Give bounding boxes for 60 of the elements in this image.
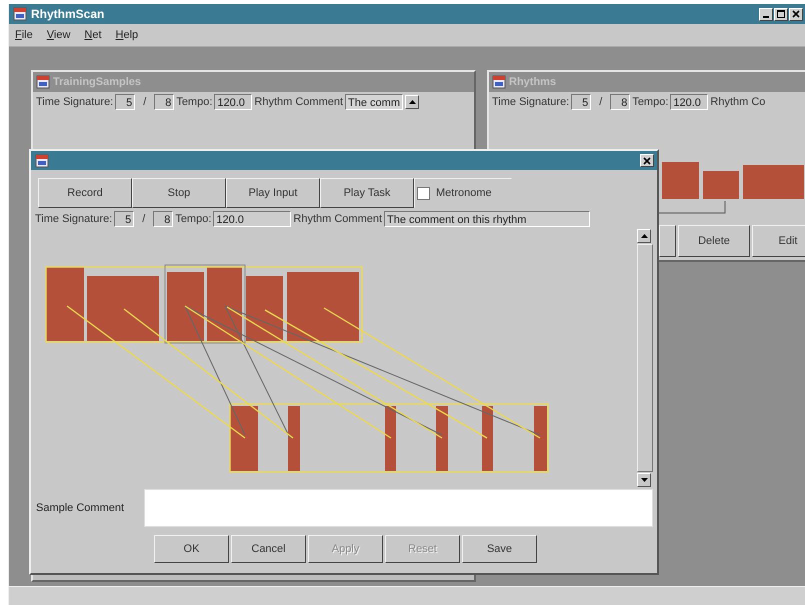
app-icon: [36, 75, 50, 89]
scroll-up-button[interactable]: [637, 229, 651, 243]
up-arrow-icon: [640, 234, 648, 238]
close-button[interactable]: [640, 154, 654, 167]
frame-button[interactable]: Delete: [678, 225, 750, 257]
toolbar-button[interactable]: Record: [38, 178, 132, 208]
numerator-field[interactable]: 5: [571, 94, 592, 110]
tempo-field[interactable]: 120.0: [213, 211, 292, 227]
metronome-checkbox[interactable]: Metronome: [414, 178, 512, 208]
close-icon: [643, 156, 651, 164]
tempo-field[interactable]: 120.0: [670, 94, 708, 110]
app-icon: [13, 7, 27, 21]
menu-item[interactable]: File: [15, 29, 33, 41]
scroll-up-button[interactable]: [405, 95, 419, 109]
denominator-field[interactable]: 8: [610, 94, 630, 110]
numerator-field[interactable]: 5: [114, 211, 134, 227]
app-icon: [492, 75, 506, 89]
slash-label: /: [142, 96, 148, 108]
toolbar-button[interactable]: Play Input: [226, 178, 320, 208]
app-icon: [35, 154, 49, 168]
comment-field[interactable]: The comment on this rhythm: [384, 211, 590, 227]
field-label: Rhythm Comment: [293, 213, 382, 225]
sample-comment-field[interactable]: [144, 489, 653, 527]
maximize-button[interactable]: [774, 8, 788, 20]
frame-button[interactable]: Edit: [752, 225, 805, 257]
field-label: Time Signature:: [35, 213, 112, 225]
scroll-down-button[interactable]: [637, 473, 651, 487]
denominator-field[interactable]: 8: [154, 94, 174, 110]
frame-button[interactable]: [659, 225, 676, 257]
field-label: Time Signature:: [36, 96, 114, 108]
dialog-button[interactable]: Cancel: [231, 535, 306, 563]
field-label: Tempo:: [175, 213, 212, 225]
checkbox[interactable]: [417, 186, 430, 200]
up-arrow-icon: [408, 100, 416, 104]
dialog-button[interactable]: OK: [154, 535, 229, 563]
close-icon: [792, 10, 800, 18]
denominator-field[interactable]: 8: [153, 211, 174, 227]
toolbar-button[interactable]: Stop: [132, 178, 226, 208]
field-label: Rhythm Co: [710, 96, 766, 108]
minimize-button[interactable]: [759, 8, 773, 20]
slash-label: /: [141, 213, 146, 225]
field-label: Time Signature:: [492, 96, 570, 108]
tempo-field[interactable]: 120.0: [214, 94, 252, 110]
menu-item[interactable]: Help: [116, 29, 138, 41]
field-label: Tempo:: [632, 96, 668, 108]
comment-field[interactable]: The comm: [345, 94, 403, 110]
slash-label: /: [598, 96, 604, 108]
field-label: Sample Comment: [35, 501, 126, 516]
menu-item[interactable]: View: [46, 29, 70, 41]
dialog-button[interactable]: Save: [462, 535, 537, 563]
vertical-scrollbar[interactable]: [637, 229, 653, 487]
field-label: Rhythm Comment: [254, 96, 344, 108]
numerator-field[interactable]: 5: [115, 94, 136, 110]
close-button[interactable]: [789, 8, 803, 20]
down-arrow-icon: [640, 478, 648, 482]
window-title: RhythmScan: [31, 7, 104, 21]
toolbar-button[interactable]: Play Task: [320, 178, 414, 208]
maximize-icon: [777, 10, 785, 18]
field-label: Tempo:: [176, 96, 212, 108]
menu-item[interactable]: Net: [84, 29, 102, 41]
